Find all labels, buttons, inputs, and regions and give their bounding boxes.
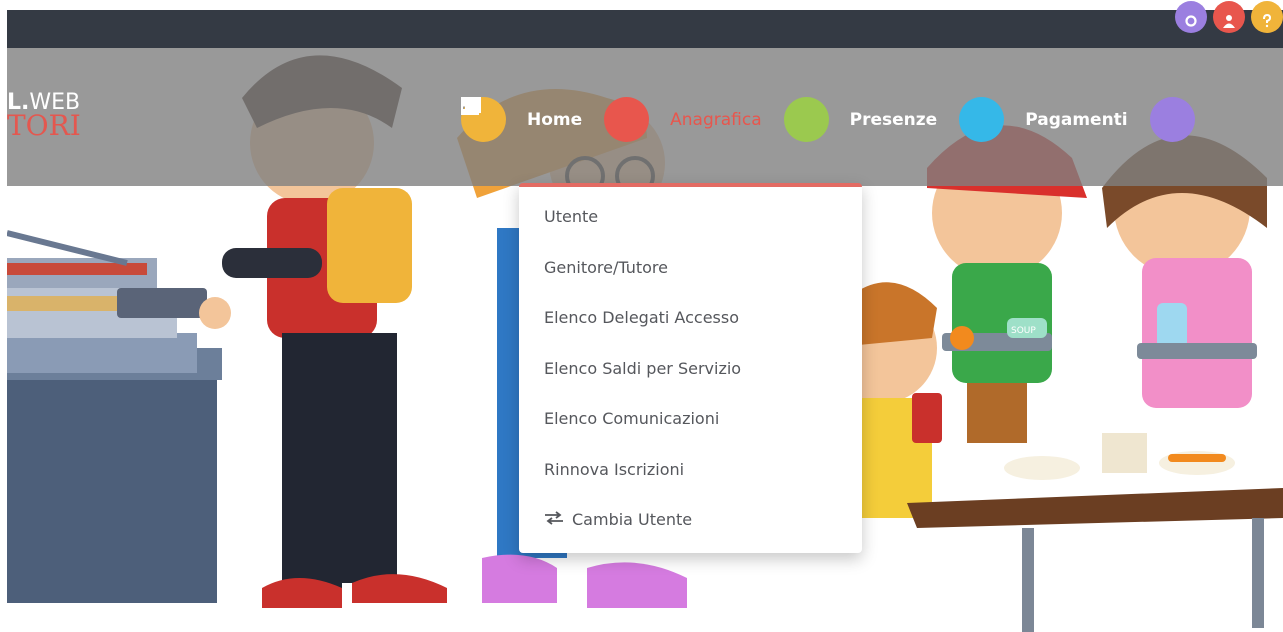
settings-icon[interactable] <box>1175 1 1207 33</box>
menu-item-elenco-saldi-per-servizio[interactable]: Elenco Saldi per Servizio <box>519 359 862 410</box>
menu-item-rinnova-iscrizioni[interactable]: Rinnova Iscrizioni <box>519 460 862 511</box>
nav-item-presenze[interactable]: Presenze <box>461 97 938 142</box>
nav-item-news[interactable] <box>461 97 1216 142</box>
nav-label-anagrafica: Anagrafica <box>670 109 762 130</box>
logo-line2: TORI <box>7 109 81 142</box>
help-icon[interactable] <box>1251 1 1283 33</box>
menu-item-cambia-utente[interactable]: Cambia Utente <box>519 510 862 561</box>
nav-item-anagrafica[interactable]: Anagrafica <box>462 97 762 142</box>
list-icon <box>462 97 1005 142</box>
exchange-icon <box>544 510 564 529</box>
user-icon <box>462 97 650 142</box>
navbar: L.WEB TORI Home Anagrafica Presenze Paga… <box>7 48 1283 186</box>
logo[interactable]: L.WEB TORI <box>7 92 81 140</box>
anagrafica-dropdown-menu: Utente Genitore/Tutore Elenco Delegati A… <box>519 183 862 553</box>
menu-item-utente[interactable]: Utente <box>519 207 862 258</box>
menu-item-genitore-tutore[interactable]: Genitore/Tutore <box>519 258 862 309</box>
menu-item-elenco-delegati-accesso[interactable]: Elenco Delegati Accesso <box>519 308 862 359</box>
main-nav: Home Anagrafica Presenze Pagamenti <box>461 97 1238 142</box>
nav-label-presenze: Presenze <box>849 109 938 130</box>
calendar-icon <box>461 97 829 142</box>
newspaper-icon <box>461 97 1195 142</box>
menu-item-elenco-comunicazioni[interactable]: Elenco Comunicazioni <box>519 409 862 460</box>
soup-label: SOUP <box>1011 326 1036 336</box>
top-bar <box>7 1 1283 48</box>
top-icons <box>1175 1 1283 40</box>
user-icon[interactable] <box>1213 1 1245 33</box>
nav-label-pagamenti: Pagamenti <box>1025 109 1128 130</box>
nav-label-home: Home <box>527 109 583 130</box>
nav-item-pagamenti[interactable]: Pagamenti <box>462 97 1128 142</box>
